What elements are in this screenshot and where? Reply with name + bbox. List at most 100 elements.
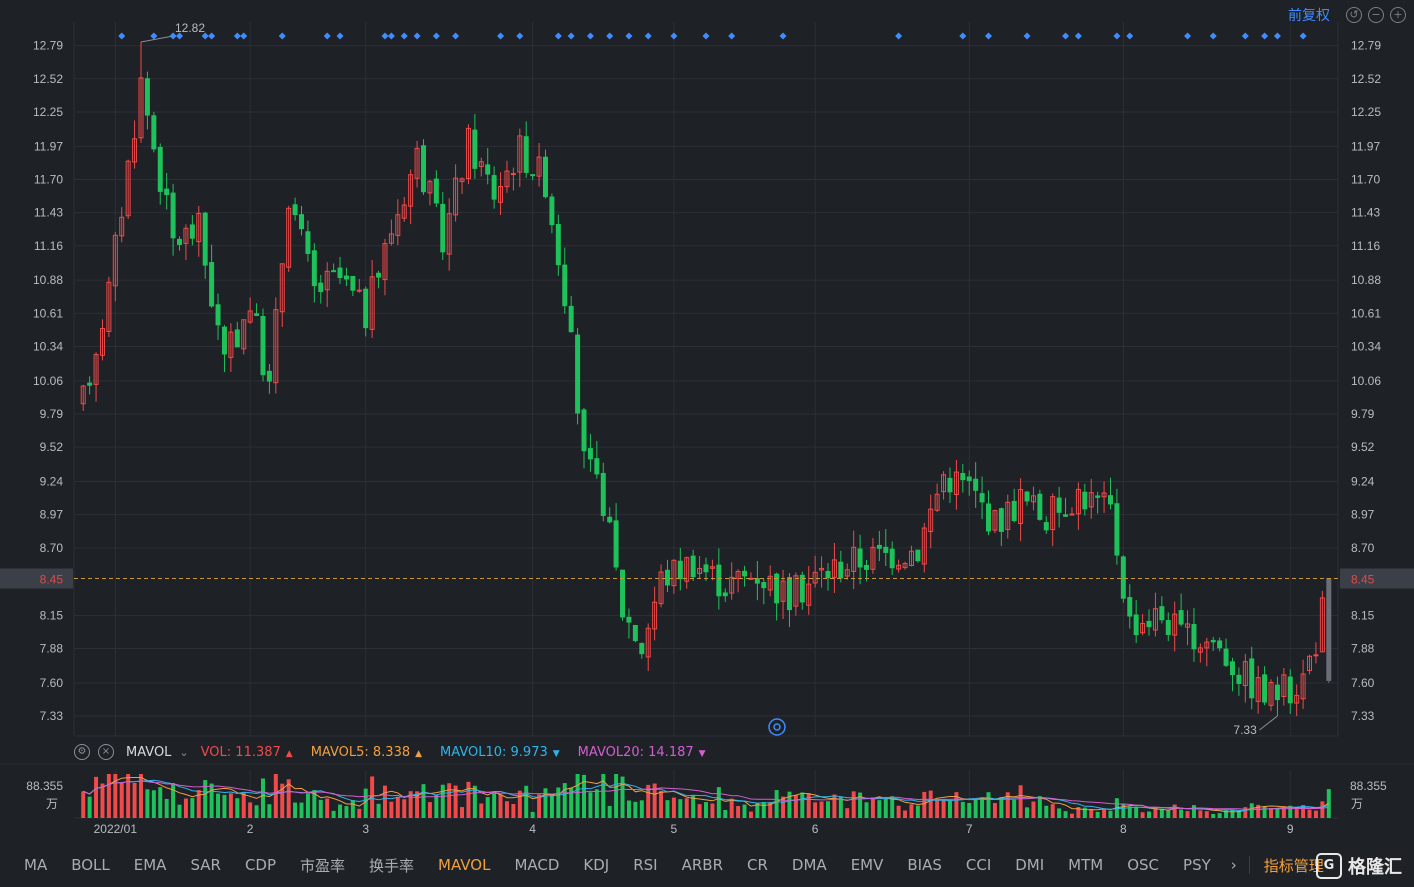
- tab-osc[interactable]: OSC: [1115, 856, 1171, 874]
- volume-bar: [1211, 813, 1216, 818]
- candle: [1127, 584, 1133, 629]
- tab-mavol[interactable]: MAVOL: [426, 856, 502, 874]
- tab-psy[interactable]: PSY: [1171, 856, 1223, 874]
- tab-arbr[interactable]: ARBR: [670, 856, 735, 874]
- candle-body: [177, 238, 183, 245]
- candle: [876, 530, 882, 562]
- volume-bar: [1159, 808, 1164, 818]
- tab-dmi[interactable]: DMI: [1003, 856, 1056, 874]
- candle: [523, 121, 529, 178]
- y-tick-label-left: 11.70: [34, 172, 63, 186]
- candle: [1319, 590, 1325, 653]
- candle: [408, 169, 414, 225]
- adjust-mode-button[interactable]: 前复权: [1288, 5, 1330, 25]
- candle-body: [440, 203, 446, 253]
- volume-bar: [935, 799, 940, 818]
- candle-body: [170, 192, 176, 239]
- candle: [356, 278, 362, 293]
- volume-bar: [825, 801, 830, 818]
- candle: [1236, 667, 1242, 696]
- tab-bias[interactable]: BIAS: [895, 856, 954, 874]
- x-tick-label: 9: [1287, 822, 1294, 836]
- tab-换手率[interactable]: 换手率: [357, 855, 426, 876]
- tab-emv[interactable]: EMV: [839, 856, 896, 874]
- volume-bar: [665, 800, 670, 818]
- gear-icon[interactable]: ⚙: [74, 744, 90, 760]
- volume-bar: [248, 802, 253, 818]
- y-tick-label-left: 12.79: [33, 39, 63, 53]
- volume-bar: [1230, 809, 1235, 818]
- arrow-down-icon: ▼: [698, 748, 706, 759]
- y-tick-label-right: 8.15: [1351, 608, 1375, 622]
- candle: [742, 565, 748, 587]
- tab-市盈率[interactable]: 市盈率: [288, 855, 357, 876]
- candle-body: [587, 448, 593, 460]
- tab-cdp[interactable]: CDP: [233, 856, 288, 874]
- y-tick-label-right: 7.33: [1351, 709, 1375, 723]
- candle-body: [973, 478, 979, 491]
- volume-bar: [1108, 810, 1113, 818]
- candle: [632, 624, 638, 643]
- candle: [870, 537, 876, 574]
- tab-kdj[interactable]: KDJ: [571, 856, 621, 874]
- legend-items: VOL: 11.387 ▲ MAVOL5: 8.338 ▲ MAVOL10: 9.973…: [201, 745, 724, 760]
- event-marker-icon: [644, 32, 652, 40]
- volume-bar: [793, 795, 798, 818]
- event-marker-icon: [625, 32, 633, 40]
- candle: [825, 563, 831, 591]
- candle: [953, 459, 959, 510]
- candle-body: [472, 129, 478, 169]
- candle: [819, 556, 825, 588]
- candle: [1037, 489, 1043, 521]
- candle: [786, 573, 792, 628]
- candle: [421, 139, 426, 195]
- chevron-right-icon[interactable]: ›: [1223, 856, 1245, 874]
- candle-body: [350, 275, 356, 291]
- volume-bar: [1147, 811, 1152, 818]
- candle-body: [1274, 684, 1280, 701]
- tab-cr[interactable]: CR: [735, 856, 780, 874]
- close-icon[interactable]: ×: [98, 744, 114, 760]
- candle: [1294, 684, 1300, 717]
- tab-rsi[interactable]: RSI: [621, 856, 669, 874]
- candle: [607, 507, 613, 524]
- tab-ma[interactable]: MA: [0, 856, 59, 874]
- volume-bar: [1313, 810, 1318, 818]
- volume-bar: [1102, 808, 1107, 818]
- candle-body: [1229, 661, 1235, 676]
- undo-icon[interactable]: ↺: [1346, 7, 1362, 23]
- candle-body: [1249, 658, 1255, 699]
- tab-cci[interactable]: CCI: [954, 856, 1003, 874]
- candle-body: [1043, 522, 1049, 531]
- volume-bar: [363, 788, 368, 818]
- candle-body: [786, 577, 792, 611]
- tab-ema[interactable]: EMA: [122, 856, 179, 874]
- candle-body: [1262, 674, 1268, 703]
- candle: [806, 566, 812, 615]
- candle: [292, 197, 298, 221]
- volume-bar: [748, 811, 753, 818]
- x-tick-label: 2: [247, 822, 254, 836]
- candle: [1217, 637, 1223, 652]
- zoom-out-icon[interactable]: −: [1368, 7, 1384, 23]
- tab-boll[interactable]: BOLL: [59, 856, 122, 874]
- tab-mtm[interactable]: MTM: [1056, 856, 1115, 874]
- volume-bar: [922, 791, 927, 818]
- tab-sar[interactable]: SAR: [178, 856, 232, 874]
- candle: [247, 297, 253, 324]
- candle: [1255, 665, 1261, 714]
- tab-dma[interactable]: DMA: [780, 856, 839, 874]
- candle: [177, 236, 183, 251]
- candle: [536, 143, 542, 187]
- candle-body: [1210, 639, 1216, 643]
- chevron-down-icon[interactable]: ⌄: [179, 746, 188, 759]
- tab-macd[interactable]: MACD: [502, 856, 571, 874]
- candle: [1050, 493, 1056, 547]
- candle: [504, 160, 510, 193]
- current-price-label-right: 8.45: [1351, 573, 1375, 587]
- zoom-in-icon[interactable]: +: [1390, 7, 1406, 23]
- indicator-tabs: MA BOLL EMA SAR CDP 市盈率 换手率 MAVOL MACD KDJ RSI ARBR…: [0, 852, 1414, 878]
- low-price-label: 7.33: [1233, 723, 1257, 737]
- candle: [517, 128, 523, 188]
- volume-bar: [556, 787, 561, 818]
